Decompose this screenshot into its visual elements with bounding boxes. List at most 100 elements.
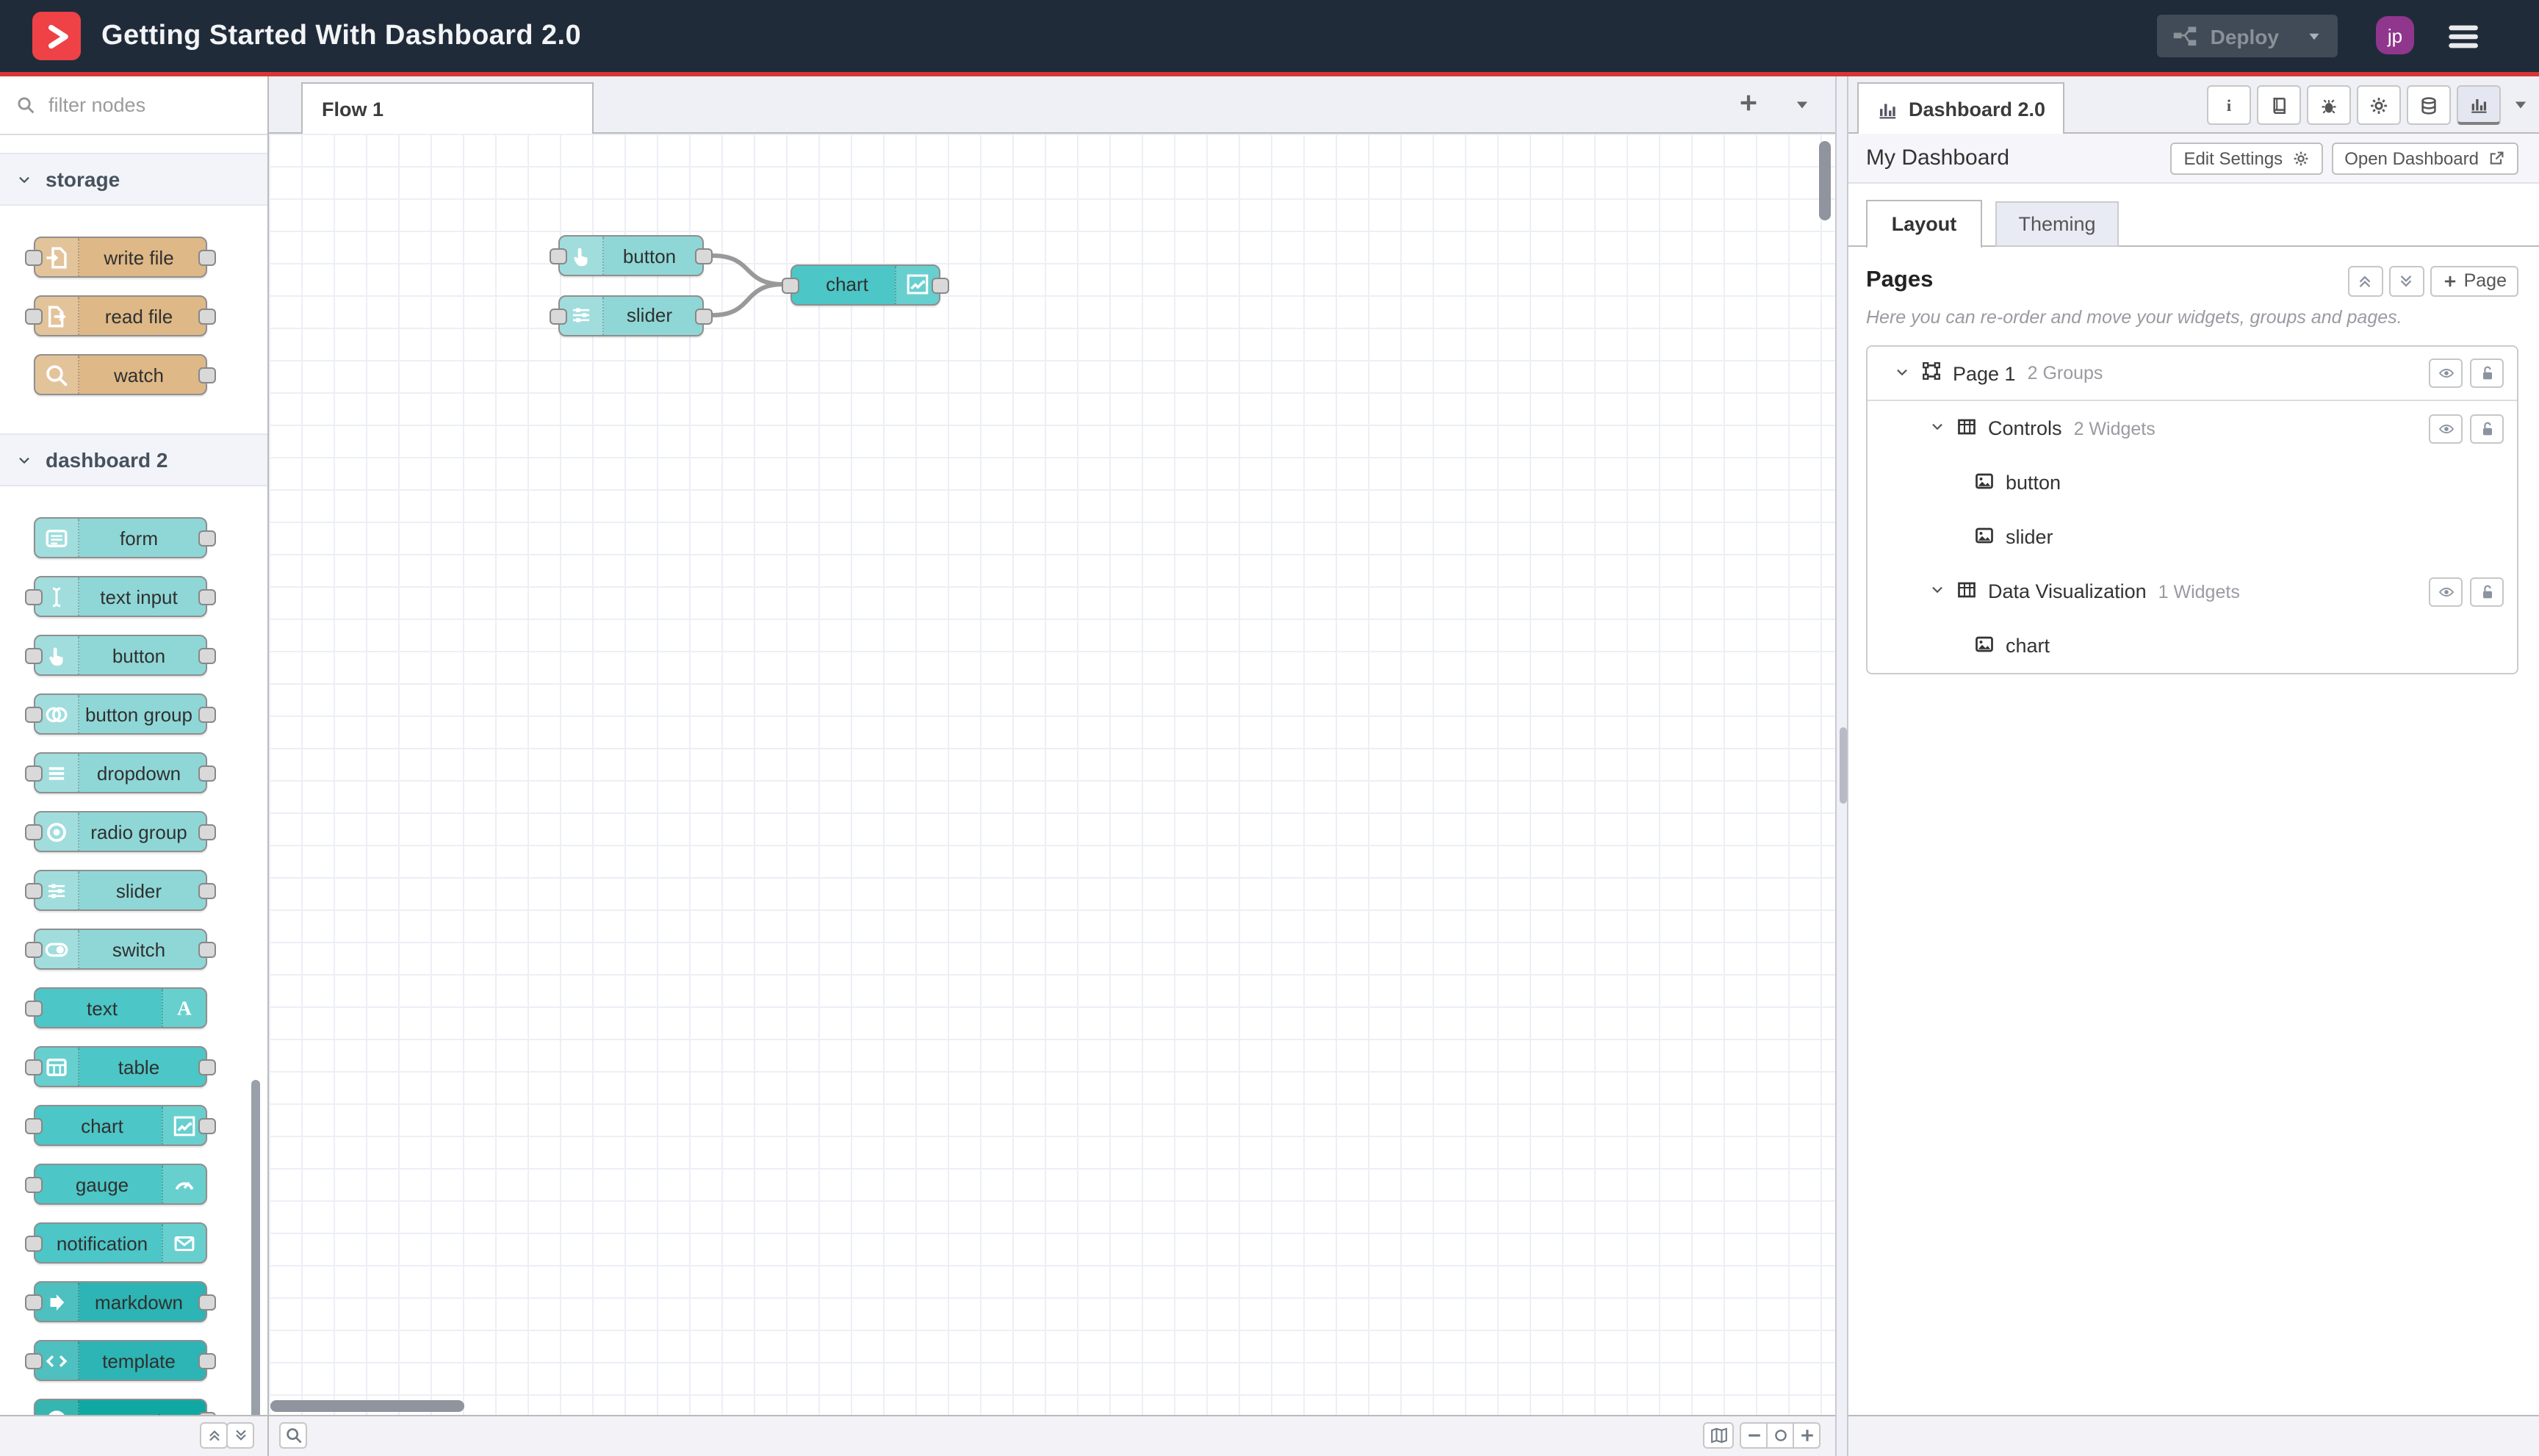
add-flow-icon[interactable] (1737, 91, 1760, 115)
canvas-search-button[interactable] (279, 1422, 307, 1449)
flow-node-chart[interactable]: chart (782, 264, 949, 305)
output-port[interactable] (198, 1059, 216, 1075)
open-dashboard-button[interactable]: Open Dashboard (2331, 142, 2518, 174)
collapse-all-button[interactable] (200, 1422, 228, 1449)
pnode-button-group[interactable]: button group (25, 693, 216, 735)
output-port[interactable] (198, 589, 216, 605)
pnode-template[interactable]: template (25, 1340, 216, 1381)
sidebar-splitter[interactable] (1835, 76, 1848, 1456)
pnode-write-file[interactable]: write file (25, 237, 216, 278)
pnode-chart[interactable]: chart (25, 1105, 216, 1146)
output-port[interactable] (695, 248, 713, 264)
pnode-form[interactable]: form (34, 517, 216, 558)
input-port[interactable] (782, 277, 799, 293)
input-port[interactable] (25, 1177, 43, 1193)
sidebar-tool-context[interactable] (2407, 85, 2451, 125)
main-menu-icon[interactable] (2445, 22, 2480, 51)
palette-search[interactable] (0, 76, 267, 135)
tab-layout[interactable]: Layout (1866, 200, 1982, 248)
sidebar-tool-dashboard[interactable] (2457, 85, 2501, 125)
pnode-text-input[interactable]: text input (25, 576, 216, 617)
pnode-markdown[interactable]: markdown (25, 1281, 216, 1322)
input-port[interactable] (550, 308, 567, 324)
input-port[interactable] (550, 248, 567, 264)
collapse-all-button[interactable] (2347, 265, 2383, 296)
input-port[interactable] (25, 707, 43, 723)
palette-category-storage[interactable]: storage (0, 153, 267, 206)
lock-toggle-button[interactable] (2470, 577, 2504, 606)
pnode-button[interactable]: button (25, 635, 216, 676)
sidebar-tool-debug[interactable] (2307, 85, 2351, 125)
pnode-watch[interactable]: watch (34, 354, 216, 395)
zoom-out-button[interactable] (1740, 1422, 1768, 1449)
canvas-horizontal-scrollbar[interactable] (270, 1400, 464, 1412)
tree-row-controls[interactable]: Controls 2 Widgets (1868, 401, 2517, 455)
edit-settings-button[interactable]: Edit Settings (2170, 142, 2323, 174)
tree-row-chart[interactable]: chart (1868, 619, 2517, 673)
deploy-caret-icon[interactable] (2305, 27, 2323, 45)
tab-dashboard-2[interactable]: Dashboard 2.0 (1857, 82, 2065, 134)
tree-row-slider[interactable]: slider (1868, 510, 2517, 564)
input-port[interactable] (25, 309, 43, 325)
pnode-read-file[interactable]: read file (25, 295, 216, 336)
deploy-button[interactable]: Deploy (2157, 15, 2338, 57)
palette-category-dashboard-2[interactable]: dashboard 2 (0, 433, 267, 486)
add-page-button[interactable]: Page (2430, 265, 2518, 296)
output-port[interactable] (198, 367, 216, 383)
input-port[interactable] (25, 824, 43, 840)
output-port[interactable] (198, 942, 216, 958)
pnode-table[interactable]: table (25, 1046, 216, 1087)
expand-all-button[interactable] (2388, 265, 2424, 296)
pnode-dropdown[interactable]: dropdown (25, 752, 216, 793)
output-port[interactable] (198, 707, 216, 723)
tree-row-page-1[interactable]: Page 1 2 Groups (1868, 347, 2517, 401)
pnode-radio-group[interactable]: radio group (25, 811, 216, 852)
output-port[interactable] (198, 824, 216, 840)
palette-scrollbar[interactable] (251, 1080, 260, 1440)
flow-node-slider[interactable]: slider (550, 295, 713, 336)
zoom-in-button[interactable] (1793, 1422, 1820, 1449)
canvas-vertical-scrollbar[interactable] (1819, 141, 1831, 220)
pnode-gauge[interactable]: gauge (25, 1164, 207, 1205)
output-port[interactable] (198, 1353, 216, 1369)
filter-nodes-input[interactable] (46, 93, 228, 118)
pnode-slider[interactable]: slider (25, 870, 216, 911)
input-port[interactable] (25, 1353, 43, 1369)
input-port[interactable] (25, 942, 43, 958)
input-port[interactable] (25, 765, 43, 782)
output-port[interactable] (198, 250, 216, 266)
lock-toggle-button[interactable] (2470, 358, 2504, 388)
output-port[interactable] (198, 883, 216, 899)
input-port[interactable] (25, 883, 43, 899)
input-port[interactable] (25, 1236, 43, 1252)
output-port[interactable] (198, 1294, 216, 1311)
sidebar-caret-icon[interactable] (2511, 95, 2530, 115)
sidebar-tool-config[interactable] (2357, 85, 2401, 125)
pnode-event[interactable]: event (34, 1399, 216, 1415)
visibility-toggle-button[interactable] (2429, 577, 2463, 606)
flow-node-button[interactable]: button (550, 235, 713, 276)
output-port[interactable] (198, 1118, 216, 1134)
lock-toggle-button[interactable] (2470, 414, 2504, 443)
tab-theming[interactable]: Theming (1995, 201, 2119, 247)
pnode-notification[interactable]: notification (25, 1222, 207, 1264)
input-port[interactable] (25, 589, 43, 605)
output-port[interactable] (695, 308, 713, 324)
input-port[interactable] (25, 1118, 43, 1134)
splitter-handle[interactable] (1840, 727, 1847, 804)
flowfuse-logo-icon[interactable] (32, 12, 81, 60)
pnode-switch[interactable]: switch (25, 929, 216, 970)
zoom-reset-button[interactable] (1766, 1422, 1794, 1449)
output-port[interactable] (198, 530, 216, 547)
output-port[interactable] (198, 648, 216, 664)
sidebar-tool-info[interactable]: i (2207, 85, 2251, 125)
output-port[interactable] (198, 309, 216, 325)
input-port[interactable] (25, 1059, 43, 1075)
flow-canvas[interactable]: button slider chart (269, 134, 1835, 1415)
expand-all-button[interactable] (226, 1422, 254, 1449)
tree-row-data-visualization[interactable]: Data Visualization 1 Widgets (1868, 564, 2517, 619)
avatar[interactable]: jp (2376, 16, 2414, 54)
flow-list-caret-icon[interactable] (1793, 95, 1812, 115)
pnode-text[interactable]: Atext (25, 987, 207, 1028)
minimap-button[interactable] (1703, 1422, 1734, 1449)
